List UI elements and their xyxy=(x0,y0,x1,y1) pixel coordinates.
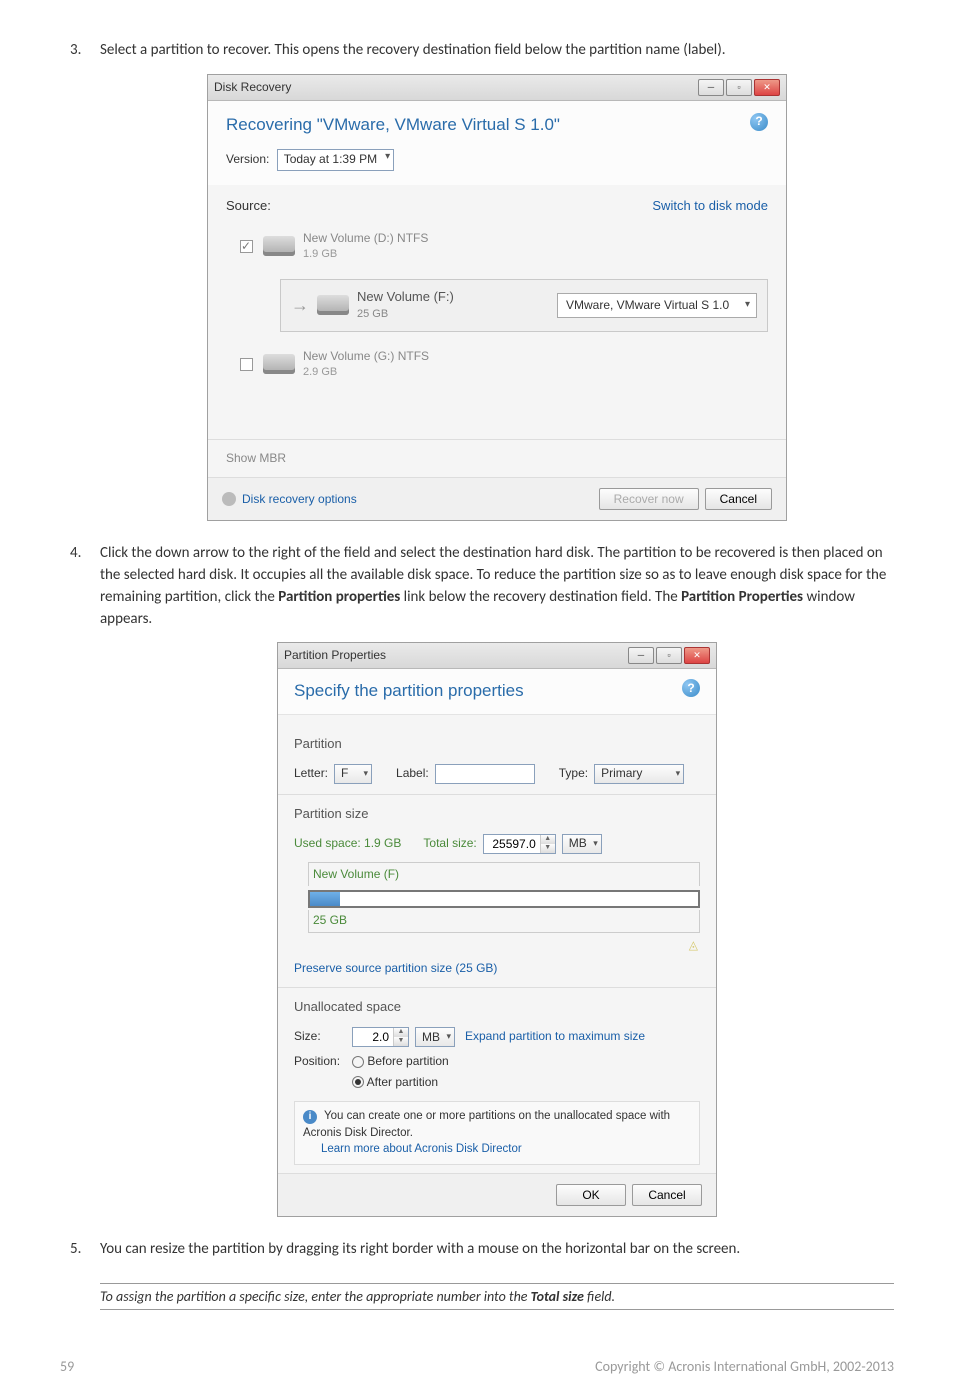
show-mbr-link[interactable]: Show MBR xyxy=(208,439,786,477)
volume-name: New Volume (D:) NTFS xyxy=(303,230,428,247)
partition-diagram[interactable] xyxy=(308,890,700,908)
partition-size-section: Partition size xyxy=(294,805,700,824)
copyright-text: Copyright © Acronis International GmbH, … xyxy=(595,1358,894,1375)
wrench-icon xyxy=(222,492,236,506)
label-label: Label: xyxy=(396,765,429,782)
cancel-button[interactable]: Cancel xyxy=(705,488,772,510)
switch-mode-link[interactable]: Switch to disk mode xyxy=(652,197,768,216)
step-5: You can resize the partition by dragging… xyxy=(60,1239,894,1261)
recover-now-button[interactable]: Recover now xyxy=(599,488,699,510)
size-label: Size: xyxy=(294,1028,346,1045)
window-title: Partition Properties xyxy=(284,647,628,664)
maximize-icon[interactable]: ▫ xyxy=(656,647,682,664)
title-bar[interactable]: Disk Recovery ─ ▫ ✕ xyxy=(208,75,786,101)
step-3-text: Select a partition to recover. This open… xyxy=(100,41,726,59)
after-partition-label: After partition xyxy=(367,1075,438,1089)
before-partition-label: Before partition xyxy=(367,1054,448,1068)
unalloc-size-input[interactable] xyxy=(353,1028,393,1046)
disk-icon xyxy=(263,236,295,256)
disk-recovery-window: Disk Recovery ─ ▫ ✕ Recovering "VMware, … xyxy=(207,74,787,522)
diagram-label: New Volume (F) xyxy=(308,862,700,886)
note-a: To assign the partition a specific size,… xyxy=(100,1288,531,1305)
cancel-button[interactable]: Cancel xyxy=(632,1184,702,1206)
source-label: Source: xyxy=(226,197,271,216)
help-icon[interactable]: ? xyxy=(682,679,700,697)
expand-partition-link[interactable]: Expand partition to maximum size xyxy=(465,1028,645,1045)
partition-properties-term: Partition properties xyxy=(278,588,400,606)
note-strong: Total size xyxy=(531,1288,584,1305)
step-3: Select a partition to recover. This open… xyxy=(60,40,894,521)
slider-handle-icon[interactable]: ◬ xyxy=(294,937,700,954)
minimize-icon[interactable]: ─ xyxy=(698,79,724,96)
unallocated-section: Unallocated space xyxy=(294,998,700,1017)
close-icon[interactable]: ✕ xyxy=(684,647,710,664)
volume-row-d[interactable]: New Volume (D:) NTFS 1.9 GB xyxy=(240,230,768,263)
volume-name: New Volume (G:) NTFS xyxy=(303,348,429,365)
total-size-spinner[interactable]: ▲▼ xyxy=(483,834,556,854)
volume-size: 1.9 GB xyxy=(303,247,428,263)
label-input[interactable] xyxy=(435,764,535,784)
help-icon[interactable]: ? xyxy=(750,113,768,131)
note-box: To assign the partition a specific size,… xyxy=(100,1283,894,1310)
window-title: Disk Recovery xyxy=(214,79,698,96)
selected-volume-size: 25 GB xyxy=(357,307,454,323)
selected-volume-row: → New Volume (F:) 25 GB VMware, VMware V… xyxy=(280,279,768,332)
type-dropdown[interactable]: Primary xyxy=(594,764,684,784)
version-label: Version: xyxy=(226,152,269,166)
page-number: 59 xyxy=(60,1358,74,1375)
note-b: field. xyxy=(584,1288,615,1305)
volume-row-g[interactable]: New Volume (G:) NTFS 2.9 GB xyxy=(240,348,768,381)
position-label: Position: xyxy=(294,1053,346,1070)
before-partition-radio[interactable] xyxy=(352,1056,364,1068)
selected-volume-name: New Volume (F:) xyxy=(357,288,454,307)
spin-down-icon[interactable]: ▼ xyxy=(394,1037,408,1046)
total-size-label: Total size: xyxy=(423,835,476,852)
title-bar[interactable]: Partition Properties ─ ▫ ✕ xyxy=(278,643,716,669)
learn-more-link[interactable]: Learn more about Acronis Disk Director xyxy=(321,1141,691,1158)
arrow-icon: → xyxy=(291,292,309,318)
disk-recovery-options-link[interactable]: Disk recovery options xyxy=(242,491,357,508)
partition-properties-window-term: Partition Properties xyxy=(681,588,803,606)
total-size-input[interactable] xyxy=(484,835,540,853)
unalloc-size-spinner[interactable]: ▲▼ xyxy=(352,1027,409,1047)
dialog-heading: Recovering "VMware, VMware Virtual S 1.0… xyxy=(226,113,560,138)
destination-dropdown[interactable]: VMware, VMware Virtual S 1.0 xyxy=(557,293,757,318)
info-text: You can create one or more partitions on… xyxy=(303,1110,670,1139)
step-4: Click the down arrow to the right of the… xyxy=(60,543,894,1217)
diagram-size: 25 GB xyxy=(308,910,700,932)
info-icon: i xyxy=(303,1110,317,1124)
maximize-icon[interactable]: ▫ xyxy=(726,79,752,96)
preserve-size-link[interactable]: Preserve source partition size (25 GB) xyxy=(294,960,700,977)
disk-icon xyxy=(317,295,349,315)
letter-label: Letter: xyxy=(294,765,328,782)
partition-section: Partition xyxy=(294,735,700,754)
spin-down-icon[interactable]: ▼ xyxy=(541,844,555,853)
page-footer: 59 Copyright © Acronis International Gmb… xyxy=(0,1330,954,1395)
used-space-bar xyxy=(310,892,340,906)
total-size-unit-dropdown[interactable]: MB xyxy=(562,834,602,854)
used-space-label: Used space: 1.9 GB xyxy=(294,835,401,852)
spin-up-icon[interactable]: ▲ xyxy=(394,1028,408,1037)
spin-up-icon[interactable]: ▲ xyxy=(541,835,555,844)
ok-button[interactable]: OK xyxy=(556,1184,626,1206)
disk-icon xyxy=(263,354,295,374)
step-5-text: You can resize the partition by dragging… xyxy=(100,1240,740,1258)
type-label: Type: xyxy=(559,765,588,782)
dialog-heading: Specify the partition properties xyxy=(294,679,524,704)
volume-checkbox[interactable] xyxy=(240,358,253,371)
letter-dropdown[interactable]: F xyxy=(334,764,372,784)
volume-size: 2.9 GB xyxy=(303,365,429,381)
volume-checkbox[interactable] xyxy=(240,240,253,253)
after-partition-radio[interactable] xyxy=(352,1076,364,1088)
close-icon[interactable]: ✕ xyxy=(754,79,780,96)
minimize-icon[interactable]: ─ xyxy=(628,647,654,664)
unalloc-unit-dropdown[interactable]: MB xyxy=(415,1027,455,1047)
version-dropdown[interactable]: Today at 1:39 PM xyxy=(277,149,394,170)
partition-properties-window: Partition Properties ─ ▫ ✕ Specify the p… xyxy=(277,642,717,1217)
step-4-text-b: link below the recovery destination fiel… xyxy=(400,588,681,606)
